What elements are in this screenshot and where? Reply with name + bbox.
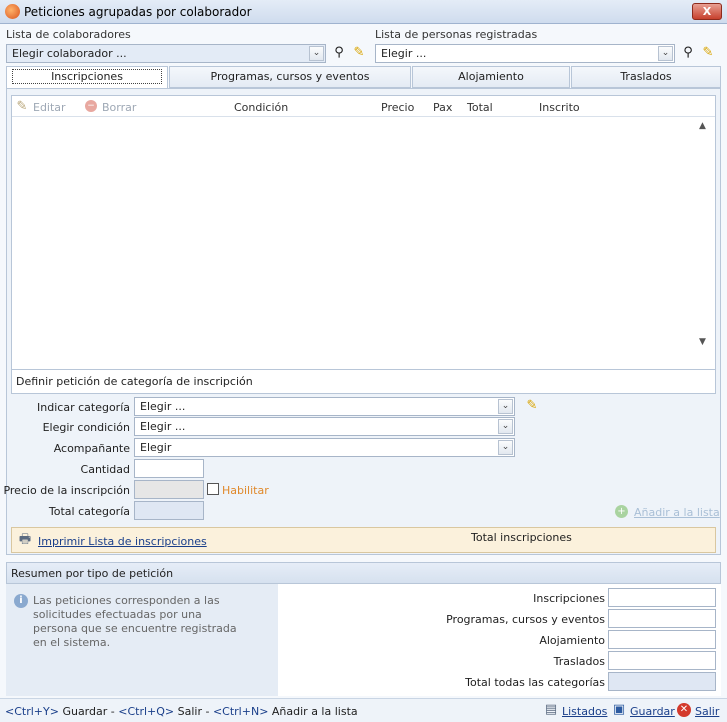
delete-icon[interactable]: − bbox=[85, 100, 97, 112]
save-link[interactable]: Guardar bbox=[630, 705, 675, 718]
condition-label: Elegir condición bbox=[42, 421, 130, 434]
col-inscrito: Inscrito bbox=[539, 101, 580, 114]
binoculars-icon[interactable]: ⚲ bbox=[331, 45, 347, 61]
listados-link[interactable]: Listados bbox=[562, 705, 607, 718]
col-pax: Pax bbox=[433, 101, 453, 114]
persons-label: Lista de personas registradas bbox=[375, 28, 538, 41]
quantity-input[interactable] bbox=[134, 459, 204, 478]
summary-total-value bbox=[608, 672, 716, 691]
summary-alojamiento-value bbox=[608, 630, 716, 649]
chevron-down-icon[interactable]: ⌄ bbox=[498, 419, 513, 434]
total-category-label: Total categoría bbox=[48, 505, 130, 518]
persons-value: Elegir ... bbox=[381, 47, 427, 60]
requests-grid bbox=[11, 95, 716, 370]
chevron-down-icon[interactable]: ⌄ bbox=[309, 46, 324, 61]
price-input bbox=[134, 480, 204, 499]
category-select[interactable]: Elegir ... ⌄ bbox=[134, 397, 515, 416]
collab-select[interactable]: Elegir colaborador ... ⌄ bbox=[6, 44, 326, 63]
companion-label: Acompañante bbox=[53, 442, 130, 455]
window-title: Peticiones agrupadas por colaborador bbox=[24, 5, 252, 19]
category-label: Indicar categoría bbox=[37, 401, 130, 414]
scroll-up-icon[interactable]: ▲ bbox=[699, 121, 706, 131]
summary-traslados-label: Traslados bbox=[553, 655, 605, 668]
close-button[interactable]: X bbox=[692, 3, 722, 20]
tab-programas[interactable]: Programas, cursos y eventos bbox=[169, 66, 411, 88]
print-list-link[interactable]: Imprimir Lista de inscripciones bbox=[38, 535, 207, 548]
summary-inscripciones-value bbox=[608, 588, 716, 607]
pencil-icon[interactable]: ✎ bbox=[700, 45, 716, 61]
app-icon bbox=[5, 4, 20, 19]
save-icon[interactable]: ▣ bbox=[611, 702, 627, 718]
shortcut-save-text: Guardar - bbox=[58, 705, 119, 718]
shortcut-add-key: <Ctrl+N> bbox=[212, 705, 269, 718]
category-value: Elegir ... bbox=[140, 400, 186, 413]
printer-icon[interactable]: 🖶 bbox=[17, 532, 33, 548]
scroll-down-icon[interactable]: ▼ bbox=[699, 337, 706, 347]
add-icon[interactable]: + bbox=[615, 505, 628, 518]
condition-value: Elegir ... bbox=[140, 420, 186, 433]
condition-select[interactable]: Elegir ... ⌄ bbox=[134, 417, 515, 436]
edit-icon[interactable]: ✎ bbox=[14, 99, 30, 115]
add-to-list-link[interactable]: Añadir a la lista bbox=[634, 506, 720, 519]
price-label: Precio de la inscripción bbox=[3, 484, 130, 497]
chevron-down-icon[interactable]: ⌄ bbox=[498, 440, 513, 455]
edit-button[interactable]: Editar bbox=[33, 101, 66, 114]
shortcut-save-key: <Ctrl+Y> bbox=[5, 705, 59, 718]
exit-icon[interactable]: ✕ bbox=[677, 703, 691, 717]
summary-title: Resumen por tipo de petición bbox=[11, 567, 174, 580]
collab-value: Elegir colaborador ... bbox=[12, 47, 127, 60]
quantity-label: Cantidad bbox=[80, 463, 130, 476]
tab-alojamiento[interactable]: Alojamiento bbox=[412, 66, 570, 88]
enable-label[interactable]: Habilitar bbox=[222, 484, 269, 497]
chevron-down-icon[interactable]: ⌄ bbox=[658, 46, 673, 61]
tab-inscripciones[interactable]: Inscripciones bbox=[6, 66, 168, 88]
enable-checkbox[interactable] bbox=[207, 483, 219, 495]
col-precio: Precio bbox=[381, 101, 415, 114]
col-condicion: Condición bbox=[234, 101, 289, 114]
collab-label: Lista de colaboradores bbox=[6, 28, 131, 41]
pencil-icon[interactable]: ✎ bbox=[351, 45, 367, 61]
list-icon[interactable]: ▤ bbox=[543, 702, 559, 718]
summary-programas-label: Programas, cursos y eventos bbox=[446, 613, 605, 626]
shortcut-add-text: Añadir a la lista bbox=[268, 705, 358, 718]
info-text: Las peticiones corresponden a las solici… bbox=[33, 594, 237, 649]
persons-select[interactable]: Elegir ... ⌄ bbox=[375, 44, 675, 63]
total-inscriptions-label: Total inscripciones bbox=[471, 531, 572, 544]
summary-inscripciones-label: Inscripciones bbox=[533, 592, 605, 605]
summary-traslados-value bbox=[608, 651, 716, 670]
grid-header-divider bbox=[12, 116, 715, 117]
shortcut-exit-key: <Ctrl+Q> bbox=[118, 705, 175, 718]
summary-alojamiento-label: Alojamiento bbox=[539, 634, 605, 647]
binoculars-icon[interactable]: ⚲ bbox=[680, 45, 696, 61]
companion-select[interactable]: Elegir ⌄ bbox=[134, 438, 515, 457]
shortcut-hints: <Ctrl+Y> Guardar - <Ctrl+Q> Salir - <Ctr… bbox=[5, 705, 358, 718]
col-total: Total bbox=[467, 101, 493, 114]
summary-programas-value bbox=[608, 609, 716, 628]
tab-traslados[interactable]: Traslados bbox=[571, 66, 721, 88]
info-icon: i bbox=[14, 594, 28, 608]
companion-value: Elegir bbox=[140, 441, 172, 454]
summary-total-label: Total todas las categorías bbox=[465, 676, 605, 689]
total-category-value bbox=[134, 501, 204, 520]
delete-button[interactable]: Borrar bbox=[102, 101, 136, 114]
define-title: Definir petición de categoría de inscrip… bbox=[16, 375, 253, 388]
exit-link[interactable]: Salir bbox=[695, 705, 719, 718]
shortcut-exit-text: Salir - bbox=[174, 705, 213, 718]
chevron-down-icon[interactable]: ⌄ bbox=[498, 399, 513, 414]
pencil-icon[interactable]: ✎ bbox=[524, 398, 540, 414]
